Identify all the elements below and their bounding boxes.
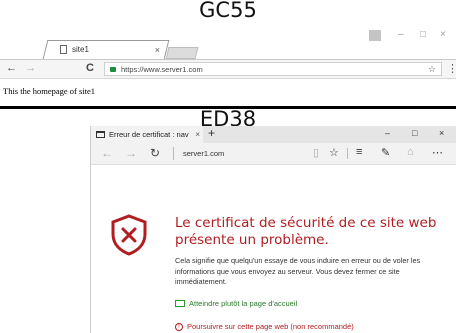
edge-toolbar: ← → ↻ server1.com ▯ ☆ ≡ ✎ ⌂ ⋯ (91, 143, 456, 165)
hub-icon[interactable]: ≡ (356, 146, 362, 158)
page-text: This the homepage of site1 (3, 86, 96, 96)
reading-view-icon[interactable]: ▯ (313, 146, 319, 159)
edge-address-bar[interactable]: server1.com (183, 149, 224, 158)
favorite-star-icon[interactable]: ☆ (329, 146, 339, 159)
chrome-new-tab-button[interactable] (165, 47, 199, 59)
toolbar-separator (347, 148, 348, 159)
new-tab-button[interactable]: + (208, 126, 215, 140)
page-icon (60, 45, 67, 54)
address-separator (173, 147, 174, 160)
back-icon[interactable]: ← (6, 62, 17, 74)
tab-page-icon (96, 131, 105, 138)
warning-shield-icon (111, 214, 147, 256)
forward-icon[interactable]: → (25, 62, 36, 74)
home-page-icon (175, 300, 185, 307)
back-icon[interactable]: ← (101, 146, 113, 160)
warning-circle-icon: ! (175, 322, 183, 331)
chrome-address-bar[interactable]: https://www.server1.com ☆ (104, 62, 442, 76)
edge-error-page: Le certificat de sécurité de ce site web… (91, 166, 456, 333)
forward-icon[interactable]: → (125, 146, 137, 160)
go-home-link[interactable]: Atteindre plutôt la page d'accueil (175, 299, 297, 308)
caption-gc55: GC55 (199, 0, 257, 22)
chrome-menu-icon[interactable]: ⋮ (447, 62, 456, 75)
web-note-icon[interactable]: ✎ (381, 146, 390, 159)
bookmark-star-icon[interactable]: ☆ (428, 64, 436, 75)
close-window-icon[interactable]: × (440, 29, 446, 40)
close-tab-icon[interactable]: × (155, 45, 160, 55)
continue-unsafe-label: Poursuivre sur cette page web (non recom… (187, 322, 354, 331)
close-tab-icon[interactable]: × (195, 130, 200, 139)
maximize-icon[interactable]: □ (412, 128, 417, 138)
lock-icon (110, 66, 116, 72)
minimize-icon[interactable]: – (385, 128, 390, 138)
refresh-icon[interactable]: ↻ (150, 146, 160, 160)
go-home-label: Atteindre plutôt la page d'accueil (189, 299, 298, 308)
close-window-icon[interactable]: × (439, 128, 444, 138)
error-description: Cela signifie que quelqu'un essaye de vo… (175, 256, 421, 286)
chrome-tab-title: site1 (72, 45, 89, 54)
edge-tab-title: Erreur de certificat : nav (109, 130, 189, 139)
more-icon[interactable]: ⋯ (432, 146, 443, 159)
chrome-tab-site1[interactable]: site1 × (50, 41, 162, 58)
chrome-tabstrip: site1 × – □ × (0, 23, 456, 59)
reload-icon[interactable]: C (86, 62, 94, 74)
edge-tab-certificate-error[interactable]: Erreur de certificat : nav × (91, 126, 203, 143)
share-icon[interactable]: ⌂ (407, 146, 414, 158)
continue-unsafe-link[interactable]: ! Poursuivre sur cette page web (non rec… (175, 322, 354, 331)
maximize-icon[interactable]: □ (420, 29, 426, 40)
chrome-toolbar: ← → C https://www.server1.com ☆ ⋮ (0, 59, 456, 79)
minimize-icon[interactable]: – (398, 29, 404, 40)
edge-window: Erreur de certificat : nav × + – □ × ← →… (90, 126, 456, 333)
user-icon[interactable] (369, 30, 381, 41)
edge-tabbar: Erreur de certificat : nav × + – □ × (91, 126, 456, 143)
chrome-page-content: This the homepage of site1 (0, 80, 456, 105)
error-heading: Le certificat de sécurité de ce site web… (175, 215, 437, 248)
chrome-url: https://www.server1.com (121, 64, 203, 74)
chrome-window: site1 × – □ × ← → C https://www.server1.… (0, 23, 456, 105)
